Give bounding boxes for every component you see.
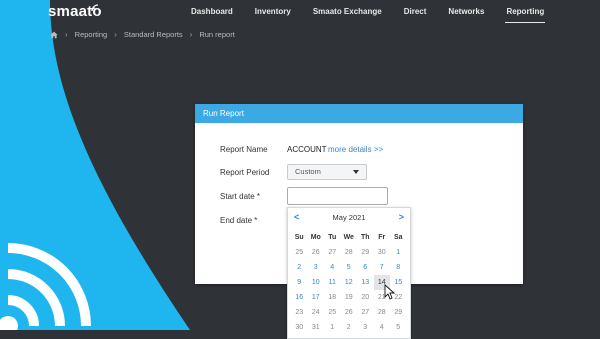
weekday-label: Th xyxy=(360,234,370,241)
breadcrumb: › Reporting › Standard Reports › Run rep… xyxy=(50,30,235,39)
calendar-day[interactable]: 25 xyxy=(324,305,341,320)
breadcrumb-reporting[interactable]: Reporting xyxy=(75,30,108,39)
dialog-title: Run Report xyxy=(195,104,523,123)
calendar-day[interactable]: 28 xyxy=(341,245,358,260)
nav-item-networks[interactable]: Networks xyxy=(437,0,495,26)
weekday-label: Tu xyxy=(328,234,337,241)
report-period-value: Custom xyxy=(295,167,321,176)
calendar-day[interactable]: 13 xyxy=(357,275,374,290)
calendar-day[interactable]: 26 xyxy=(308,245,325,260)
calendar-day[interactable]: 8 xyxy=(390,260,407,275)
calendar-month-title[interactable]: May 2021 xyxy=(288,213,410,222)
calendar-day[interactable]: 11 xyxy=(324,275,341,290)
weekday-label: Fr xyxy=(378,234,386,241)
weekday-label: Su xyxy=(294,234,304,241)
calendar-day[interactable]: 1 xyxy=(324,320,341,335)
chevron-down-icon xyxy=(353,170,359,174)
calendar-day[interactable]: 20 xyxy=(357,290,374,305)
report-period-select[interactable]: Custom xyxy=(287,164,367,180)
calendar-weekday-row: Su Mo Tu We Th Fr Sa xyxy=(291,230,407,245)
calendar-day[interactable]: 30 xyxy=(374,245,391,260)
calendar-day[interactable]: 29 xyxy=(390,305,407,320)
calendar-day[interactable]: 28 xyxy=(374,305,391,320)
logo-signal-icon xyxy=(91,4,99,12)
calendar-day[interactable]: 27 xyxy=(357,305,374,320)
calendar-day[interactable]: 3 xyxy=(308,260,325,275)
calendar-day[interactable]: 10 xyxy=(308,275,325,290)
mouse-cursor-icon xyxy=(384,284,395,300)
home-icon[interactable] xyxy=(50,31,58,39)
top-navigation-bar: smaato Dashboard Inventory Smaato Exchan… xyxy=(0,0,600,26)
calendar-day[interactable]: 30 xyxy=(291,320,308,335)
calendar-day[interactable]: 19 xyxy=(341,290,358,305)
report-period-label: Report Period xyxy=(220,168,270,177)
breadcrumb-separator: › xyxy=(189,30,193,39)
breadcrumb-standard-reports[interactable]: Standard Reports xyxy=(124,30,183,39)
nav-item-reporting[interactable]: Reporting xyxy=(495,0,555,26)
calendar-day[interactable]: 4 xyxy=(324,260,341,275)
calendar-day[interactable]: 7 xyxy=(374,260,391,275)
calendar-week-row: 30 31 1 2 3 4 5 xyxy=(291,320,407,335)
calendar-day[interactable]: 2 xyxy=(291,260,308,275)
weekday-label: We xyxy=(343,234,354,241)
weekday-label: Sa xyxy=(393,234,403,241)
report-name-value: ACCOUNT xyxy=(287,145,327,154)
calendar-day[interactable]: 6 xyxy=(357,260,374,275)
calendar-day[interactable]: 5 xyxy=(390,320,407,335)
calendar-day[interactable]: 16 xyxy=(291,290,308,305)
breadcrumb-separator: › xyxy=(65,30,68,39)
calendar-day[interactable]: 29 xyxy=(357,245,374,260)
calendar-day[interactable]: 4 xyxy=(374,320,391,335)
calendar-week-row: 23 24 25 26 27 28 29 xyxy=(291,305,407,320)
calendar-day[interactable]: 1 xyxy=(390,245,407,260)
main-nav: Dashboard Inventory Smaato Exchange Dire… xyxy=(180,0,555,26)
calendar-day[interactable]: 27 xyxy=(324,245,341,260)
calendar-day[interactable]: 17 xyxy=(308,290,325,305)
calendar-day[interactable]: 3 xyxy=(357,320,374,335)
calendar-day[interactable]: 5 xyxy=(341,260,358,275)
breadcrumb-run-report: Run report xyxy=(199,30,235,39)
calendar-header: < May 2021 > xyxy=(288,212,410,224)
nav-item-direct[interactable]: Direct xyxy=(393,0,438,26)
weekday-label: Mo xyxy=(310,234,321,241)
calendar-day[interactable]: 18 xyxy=(324,290,341,305)
calendar-day[interactable]: 24 xyxy=(308,305,325,320)
nav-item-dashboard[interactable]: Dashboard xyxy=(180,0,244,26)
calendar-day[interactable]: 26 xyxy=(341,305,358,320)
next-month-button[interactable]: > xyxy=(399,212,404,222)
calendar-day[interactable]: 12 xyxy=(341,275,358,290)
calendar-day[interactable]: 31 xyxy=(308,320,325,335)
breadcrumb-separator: › xyxy=(114,30,117,39)
report-name-label: Report Name xyxy=(220,145,268,154)
wifi-signal-icon xyxy=(0,243,91,330)
calendar-week-row: 2345678 xyxy=(291,260,407,275)
more-details-link[interactable]: more details >> xyxy=(328,145,383,154)
nav-item-smaato-exchange[interactable]: Smaato Exchange xyxy=(302,0,393,26)
calendar-day[interactable]: 2 xyxy=(341,320,358,335)
calendar-day[interactable]: 25 xyxy=(291,245,308,260)
calendar-day[interactable]: 9 xyxy=(291,275,308,290)
start-date-input[interactable] xyxy=(287,187,388,205)
calendar-day[interactable]: 23 xyxy=(291,305,308,320)
calendar-week-row: 25 26 27 28 29 30 1 xyxy=(291,245,407,260)
date-picker-calendar: < May 2021 > Su Mo Tu We Th Fr Sa 25 26 27 28 29 30… xyxy=(287,207,411,339)
end-date-label: End date * xyxy=(220,216,258,225)
calendar-grid: Su Mo Tu We Th Fr Sa 25 26 27 28 29 30 1 2 3 4 5 6 7 8 9 10 11… xyxy=(291,230,407,335)
nav-item-inventory[interactable]: Inventory xyxy=(244,0,302,26)
start-date-label: Start date * xyxy=(220,192,261,201)
